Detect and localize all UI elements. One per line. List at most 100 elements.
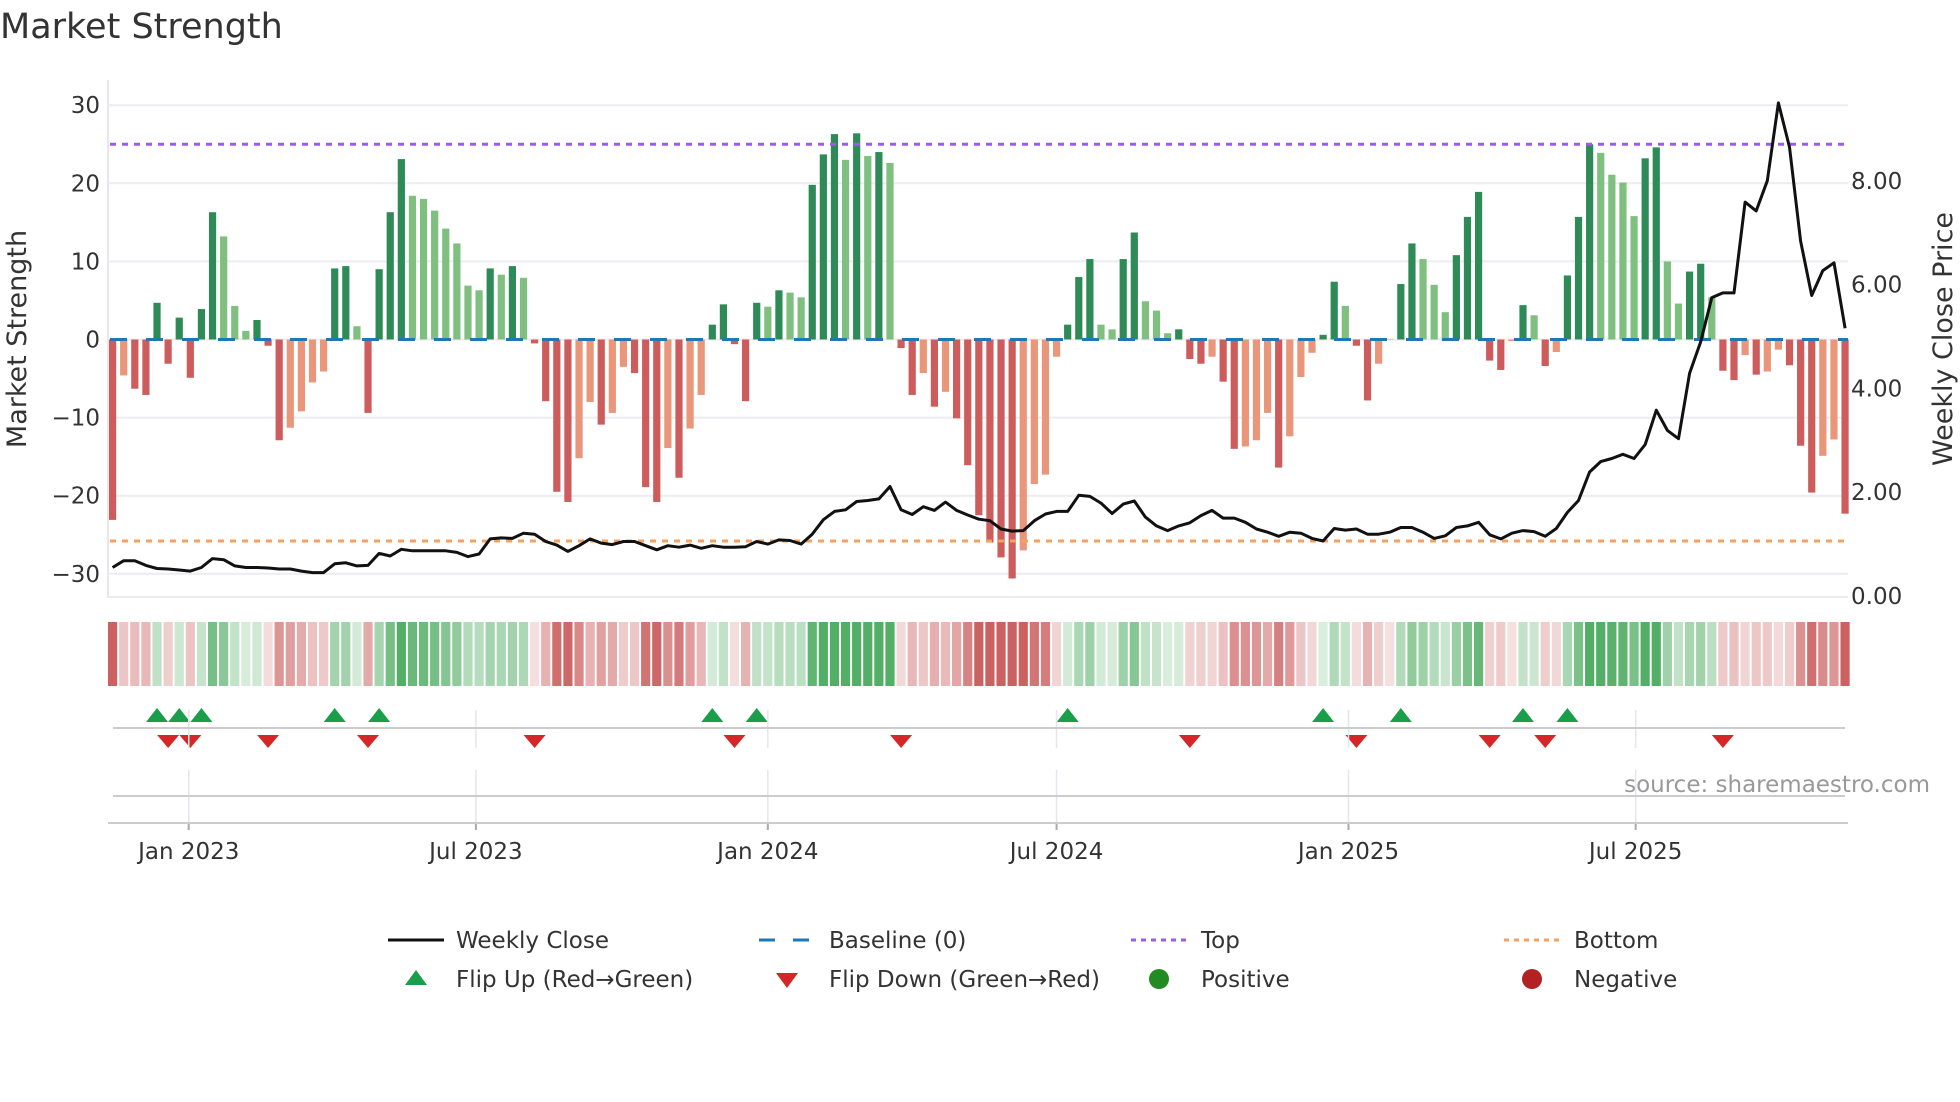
legend-label: Positive xyxy=(1201,967,1290,993)
strength-bar xyxy=(808,184,816,340)
left-tick-label: −10 xyxy=(51,406,100,432)
strength-bar xyxy=(1441,312,1449,340)
legend-label: Flip Down (Green→Red) xyxy=(829,967,1100,993)
strength-bar xyxy=(1008,339,1016,579)
strength-bar xyxy=(1674,303,1683,340)
left-tick-label: 10 xyxy=(71,249,100,275)
strip-cell xyxy=(707,622,717,686)
strip-cell xyxy=(1718,622,1728,686)
legend-label: Bottom xyxy=(1574,928,1658,954)
strength-bar xyxy=(1075,277,1083,340)
strip-cell xyxy=(1329,622,1339,686)
x-tick-label: Jan 2023 xyxy=(136,839,239,865)
strip-cell xyxy=(1429,622,1439,686)
strip-cell xyxy=(1473,622,1484,686)
strip-cell xyxy=(507,622,517,686)
strip-cell xyxy=(263,622,273,686)
left-axis-ticks: 30 20 10 0 −10 −20 −30 xyxy=(51,93,100,588)
strength-bar xyxy=(1452,255,1460,340)
strip-cell xyxy=(663,622,673,686)
legend-item: Top xyxy=(1131,928,1240,954)
strength-bar xyxy=(686,339,694,429)
strip-cell xyxy=(1573,622,1584,686)
strength-bar xyxy=(1619,182,1627,340)
strip-cell xyxy=(1218,622,1228,686)
strength-bar xyxy=(697,339,705,395)
chart-title: Market Strength xyxy=(0,7,283,47)
strength-bar xyxy=(1030,339,1038,484)
strip-cell xyxy=(407,622,418,686)
legend-label: Weekly Close xyxy=(456,928,609,954)
strength-bar xyxy=(1319,334,1327,340)
strength-bar xyxy=(1841,339,1849,514)
strength-bar xyxy=(442,228,450,340)
flip-down-marker-icon xyxy=(1178,735,1201,748)
strength-bar xyxy=(1430,284,1438,340)
strength-bar xyxy=(486,268,494,340)
strip-cell xyxy=(1051,622,1062,686)
strip-cell xyxy=(1063,622,1073,686)
strength-bar xyxy=(1752,339,1760,375)
strip-cell xyxy=(885,622,895,686)
flip-down-marker-icon xyxy=(523,735,546,748)
strength-bar xyxy=(1819,339,1827,456)
x-tick-label: Jul 2024 xyxy=(1008,839,1104,865)
strength-bar xyxy=(841,159,850,340)
strength-bar xyxy=(775,290,783,340)
strength-bar xyxy=(675,339,683,478)
strip-cell xyxy=(840,622,851,686)
strength-bar xyxy=(275,339,283,441)
strip-cell xyxy=(807,622,817,686)
strength-bar xyxy=(186,339,194,378)
strength-bar xyxy=(1419,259,1427,340)
strip-cell xyxy=(441,622,451,686)
strip-cell xyxy=(1640,622,1650,686)
strength-bar xyxy=(120,339,128,376)
legend-item: Negative xyxy=(1522,967,1677,993)
strength-bar xyxy=(975,339,983,516)
strength-bar xyxy=(1275,339,1283,468)
strength-bar xyxy=(986,339,994,543)
strip-cell xyxy=(196,622,207,686)
strip-cell xyxy=(274,622,284,686)
strip-cell xyxy=(1462,622,1473,686)
strip-cell xyxy=(1140,622,1151,686)
strip-cell xyxy=(396,622,406,686)
strip-cell xyxy=(1607,622,1617,686)
strength-bar xyxy=(597,339,605,425)
strip-cell xyxy=(696,622,706,686)
flip-down-marker-icon xyxy=(179,735,202,748)
strength-bar xyxy=(1541,339,1549,367)
strip-cell xyxy=(785,622,795,686)
strip-cell xyxy=(1651,622,1661,686)
strip-cell xyxy=(119,622,129,686)
strength-bar xyxy=(1630,216,1638,340)
strip-cell xyxy=(1018,622,1028,686)
strip-cell xyxy=(829,622,840,686)
strip-cell xyxy=(1740,622,1750,686)
flip-up-marker-icon xyxy=(1511,708,1534,722)
strip-cell xyxy=(1529,622,1539,686)
strip-cell xyxy=(163,622,173,686)
right-tick-label: 2.00 xyxy=(1851,480,1902,506)
flip-up-marker-icon xyxy=(1556,708,1579,722)
strength-bar xyxy=(109,339,117,520)
strip-cell xyxy=(352,622,362,686)
flip-down-marker-icon xyxy=(357,735,380,748)
strength-bar xyxy=(1463,216,1472,340)
strip-cell xyxy=(496,622,506,686)
flip-up-marker-icon xyxy=(190,708,213,722)
strength-bar xyxy=(1519,305,1527,340)
strength-bar xyxy=(1119,259,1127,340)
flip-down-marker-icon xyxy=(257,735,280,748)
strip-cell xyxy=(1107,622,1117,686)
strength-bar xyxy=(1719,339,1727,371)
strength-bar xyxy=(1052,339,1061,357)
strength-bar xyxy=(919,339,927,374)
strength-bar xyxy=(1152,310,1161,340)
strip-cell xyxy=(1829,622,1839,686)
strength-bar xyxy=(419,198,428,340)
strength-bar xyxy=(997,339,1005,558)
strength-bar xyxy=(1197,339,1205,364)
strength-bar xyxy=(1474,191,1483,340)
